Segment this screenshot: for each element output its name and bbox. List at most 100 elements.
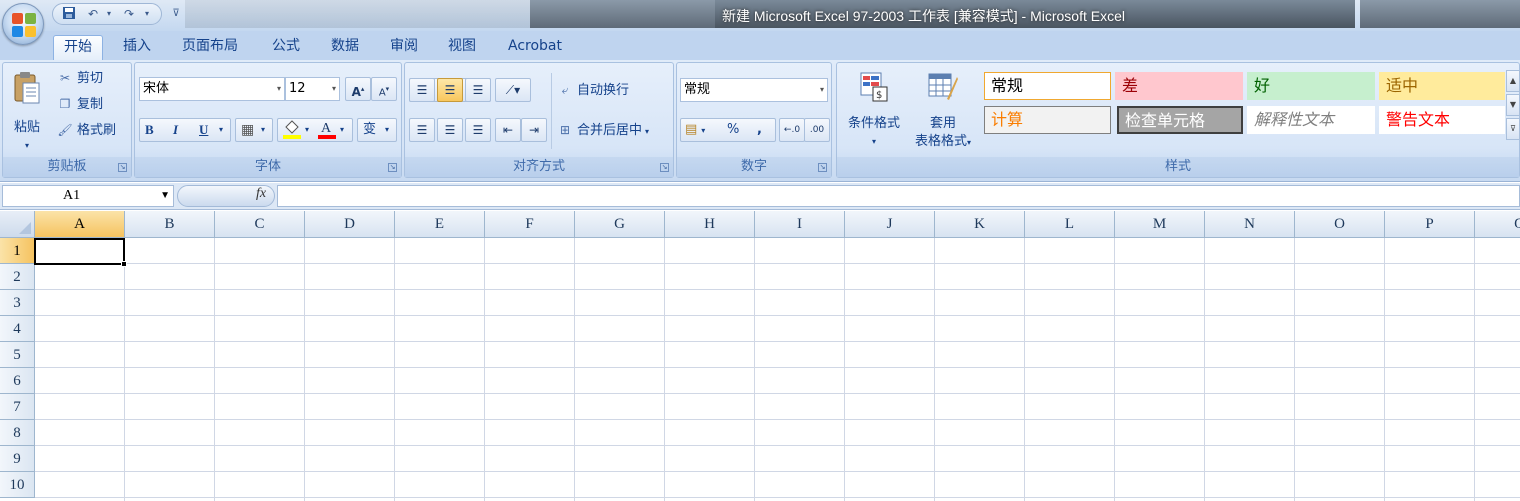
align-center-button[interactable]: ☰ (437, 118, 463, 142)
row-header-10[interactable]: 10 (0, 472, 35, 498)
format-as-table-button[interactable]: 套用 表格格式▾ (905, 71, 981, 152)
underline-dropdown-icon[interactable]: ▾ (219, 119, 223, 141)
row-header-7[interactable]: 7 (0, 394, 35, 420)
align-middle-button[interactable]: ☰ (437, 78, 463, 102)
style-warning[interactable]: 警告文本 (1379, 106, 1505, 134)
row-header-8[interactable]: 8 (0, 420, 35, 446)
row-header-5[interactable]: 5 (0, 342, 35, 368)
tab-view[interactable]: 视图 (438, 35, 486, 60)
clipboard-launcher-icon[interactable]: ↘ (118, 163, 127, 172)
insert-function-icon[interactable]: fx (256, 186, 266, 202)
copy-button[interactable]: ❐ 复制 (57, 93, 103, 115)
format-painter-button[interactable]: 🖌 格式刷 (57, 119, 116, 141)
align-left-button[interactable]: ☰ (409, 118, 435, 142)
customize-qat-icon[interactable]: ⊽ (168, 6, 184, 22)
undo-dropdown-icon[interactable]: ▾ (101, 6, 117, 22)
align-right-button[interactable]: ☰ (465, 118, 491, 142)
number-format-select[interactable]: 常规 ▾ (680, 78, 828, 102)
window-title: 新建 Microsoft Excel 97-2003 工作表 [兼容模式] - … (722, 8, 1125, 24)
column-header-g[interactable]: G (575, 211, 665, 238)
cut-button[interactable]: ✂ 剪切 (57, 67, 103, 89)
fill-color-dropdown-icon[interactable]: ▾ (305, 119, 309, 141)
bold-button[interactable]: B (145, 119, 154, 141)
decrease-decimal-button[interactable]: .00 (804, 118, 830, 142)
row-header-1[interactable]: 1 (0, 238, 35, 264)
fill-color-button[interactable] (282, 118, 302, 140)
font-name-select[interactable]: 宋体 ▾ (139, 77, 285, 101)
currency-button[interactable]: ▤ ▾ (685, 119, 705, 141)
style-bad[interactable]: 差 (1115, 72, 1243, 100)
formula-input[interactable] (277, 185, 1520, 207)
style-normal[interactable]: 常规 (984, 72, 1111, 100)
grow-font-button[interactable]: A▴ (345, 77, 371, 101)
tab-review[interactable]: 审阅 (380, 35, 428, 60)
row-header-4[interactable]: 4 (0, 316, 35, 342)
select-all-button[interactable] (0, 211, 35, 238)
tab-data[interactable]: 数据 (321, 35, 369, 60)
row-header-2[interactable]: 2 (0, 264, 35, 290)
percent-button[interactable]: % (727, 119, 739, 141)
column-header-e[interactable]: E (395, 211, 485, 238)
decrease-indent-button[interactable]: ⇤ (495, 118, 521, 142)
row-header-6[interactable]: 6 (0, 368, 35, 394)
column-header-n[interactable]: N (1205, 211, 1295, 238)
underline-button[interactable]: U (199, 119, 208, 141)
row-header-3[interactable]: 3 (0, 290, 35, 316)
italic-button[interactable]: I (173, 119, 178, 141)
alignment-launcher-icon[interactable]: ↘ (660, 163, 669, 172)
number-launcher-icon[interactable]: ↘ (818, 163, 827, 172)
font-size-select[interactable]: 12 ▾ (285, 77, 340, 101)
tab-home[interactable]: 开始 (53, 35, 103, 60)
undo-icon[interactable]: ↶ (85, 6, 101, 22)
tab-formulas[interactable]: 公式 (262, 35, 310, 60)
font-color-button[interactable]: A (317, 118, 337, 140)
fill-handle[interactable] (121, 261, 127, 267)
column-header-k[interactable]: K (935, 211, 1025, 238)
column-header-c[interactable]: C (215, 211, 305, 238)
column-header-j[interactable]: J (845, 211, 935, 238)
gallery-scroll-up-icon[interactable]: ▲ (1506, 70, 1520, 92)
gallery-scroll-down-icon[interactable]: ▼ (1506, 94, 1520, 116)
style-check-cell[interactable]: 检查单元格 (1117, 106, 1243, 134)
paste-button[interactable]: 粘贴 ▾ (7, 71, 47, 155)
column-header-h[interactable]: H (665, 211, 755, 238)
column-header-f[interactable]: F (485, 211, 575, 238)
style-calculation[interactable]: 计算 (984, 106, 1111, 134)
wrap-text-button[interactable]: ⤶ 自动换行 (557, 79, 629, 101)
office-button[interactable] (2, 3, 44, 45)
row-header-9[interactable]: 9 (0, 446, 35, 472)
tab-page-layout[interactable]: 页面布局 (172, 35, 248, 60)
column-header-i[interactable]: I (755, 211, 845, 238)
increase-decimal-button[interactable]: ←.0 (779, 118, 805, 142)
style-explanatory[interactable]: 解释性文本 (1247, 106, 1375, 134)
tab-insert[interactable]: 插入 (113, 35, 161, 60)
column-header-q[interactable]: Q (1475, 211, 1520, 238)
redo-dropdown-icon[interactable]: ▾ (139, 6, 155, 22)
gallery-more-icon[interactable]: ⊽ (1506, 118, 1520, 140)
increase-indent-button[interactable]: ⇥ (521, 118, 547, 142)
save-icon[interactable] (61, 6, 77, 22)
tab-acrobat[interactable]: Acrobat (498, 35, 572, 60)
shrink-font-button[interactable]: A▾ (371, 77, 397, 101)
redo-icon[interactable]: ↷ (121, 6, 137, 22)
font-color-dropdown-icon[interactable]: ▾ (340, 119, 344, 141)
style-neutral[interactable]: 适中 (1379, 72, 1505, 100)
conditional-format-label: 条件格式 (847, 116, 900, 131)
align-bottom-button[interactable]: ☰ (465, 78, 491, 102)
column-header-m[interactable]: M (1115, 211, 1205, 238)
conditional-format-button[interactable]: $ 条件格式 ▾ (839, 71, 909, 151)
column-header-l[interactable]: L (1025, 211, 1115, 238)
font-launcher-icon[interactable]: ↘ (388, 163, 397, 172)
merge-center-button[interactable]: ⊞ 合并后居中 ▾ (557, 119, 649, 141)
column-header-d[interactable]: D (305, 211, 395, 238)
align-top-button[interactable]: ☰ (409, 78, 435, 102)
name-box[interactable]: A1 ▼ (2, 185, 174, 207)
column-header-o[interactable]: O (1295, 211, 1385, 238)
comma-button[interactable]: , (757, 119, 762, 141)
active-cell[interactable] (34, 238, 125, 265)
orientation-button[interactable]: ⟋▾ (495, 78, 531, 102)
column-header-a[interactable]: A (35, 211, 125, 238)
column-header-b[interactable]: B (125, 211, 215, 238)
column-header-p[interactable]: P (1385, 211, 1475, 238)
style-good[interactable]: 好 (1247, 72, 1375, 100)
